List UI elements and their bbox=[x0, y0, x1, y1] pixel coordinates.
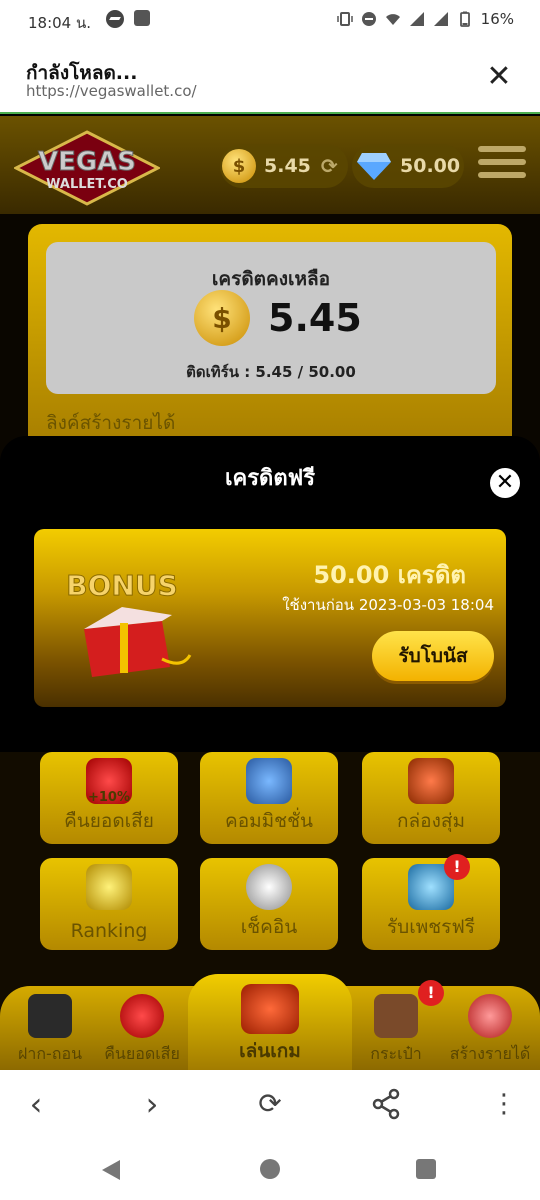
balance-label: เครดิตคงเหลือ bbox=[211, 268, 331, 290]
claim-bonus-button[interactable]: รับโบนัส bbox=[372, 631, 494, 681]
signal-icon bbox=[409, 12, 424, 26]
nav-play-game[interactable]: เล่นเกม bbox=[188, 974, 352, 1070]
tile-free-gems[interactable]: รับเพชรฟรี bbox=[362, 858, 500, 950]
tile-check-in[interactable]: เช็คอิน bbox=[200, 858, 338, 950]
commission-icon bbox=[246, 758, 292, 804]
status-bar: 18:04 น. 16% bbox=[0, 0, 540, 40]
refresh-icon[interactable]: ⟳ bbox=[321, 154, 338, 178]
system-home-icon[interactable] bbox=[260, 1159, 280, 1179]
battery-icon bbox=[459, 11, 470, 27]
svg-text:WALLET.CO: WALLET.CO bbox=[46, 177, 128, 192]
credit-balance-pill[interactable]: $ 5.45 ⟳ bbox=[220, 144, 348, 188]
tile-cashback[interactable]: +10% คืนยอดเสีย bbox=[40, 752, 178, 844]
nav-earn[interactable]: สร้างรายได้ bbox=[440, 986, 540, 1070]
system-back-icon[interactable] bbox=[102, 1160, 120, 1180]
diamond-icon bbox=[357, 153, 391, 180]
gem-balance-pill[interactable]: 50.00 bbox=[352, 144, 464, 188]
tile-ranking[interactable]: Ranking bbox=[40, 858, 178, 950]
share-icon[interactable] bbox=[366, 1084, 406, 1124]
balance-amount: 5.45 bbox=[268, 296, 362, 340]
tile-commission[interactable]: คอมมิชชั่น bbox=[200, 752, 338, 844]
header-gem-value: 50.00 bbox=[400, 155, 461, 177]
forward-icon[interactable]: › bbox=[132, 1084, 172, 1124]
system-recents-icon[interactable] bbox=[416, 1159, 436, 1179]
app-notification-icon bbox=[134, 10, 150, 26]
reload-icon[interactable]: ⟳ bbox=[250, 1084, 290, 1124]
header-credit-value: 5.45 bbox=[264, 155, 311, 177]
turnover-text: ติดเทิร์น : 5.45 / 50.00 bbox=[186, 363, 356, 381]
messenger-icon bbox=[106, 10, 124, 28]
wifi-icon bbox=[385, 14, 400, 25]
signal-2-icon bbox=[433, 12, 448, 26]
do-not-disturb-icon bbox=[361, 12, 376, 26]
earning-link-label: ลิงค์สร้างรายได้ bbox=[46, 412, 176, 434]
wallet-icon bbox=[374, 994, 418, 1038]
bonus-gift-box-icon: BONUS bbox=[66, 569, 192, 677]
nav-cashback[interactable]: คืนยอดเสีย bbox=[92, 986, 192, 1070]
browser-toolbar: ‹ › ⟳ ⋮ bbox=[0, 1070, 540, 1140]
svg-text:VEGAS: VEGAS bbox=[38, 147, 136, 177]
hamburger-menu-icon[interactable] bbox=[478, 146, 526, 186]
tile-random-box[interactable]: กล่องสุ่ม bbox=[362, 752, 500, 844]
app-bottom-nav: ฝาก-ถอน คืนยอดเสีย เล่นเกม กระเป๋า ! สร้… bbox=[0, 974, 540, 1070]
status-time: 18:04 น. bbox=[28, 14, 92, 32]
vegas-wallet-logo[interactable]: VEGAS WALLET.CO bbox=[14, 130, 160, 206]
modal-close-icon[interactable]: ✕ bbox=[490, 468, 520, 498]
bonus-card: BONUS 50.00 เครดิต ใช้งานก่อน 2023-03-03… bbox=[34, 529, 506, 707]
balance-box: เครดิตคงเหลือ $ 5.45 ติดเทิร์น : 5.45 / … bbox=[46, 242, 496, 394]
coin-icon: $ bbox=[194, 290, 250, 346]
notification-badge: ! bbox=[444, 854, 470, 880]
more-options-icon[interactable]: ⋮ bbox=[484, 1084, 524, 1124]
bonus-expiry: ใช้งานก่อน 2023-03-03 18:04 bbox=[282, 596, 494, 614]
earn-icon bbox=[468, 994, 512, 1038]
random-box-icon bbox=[408, 758, 454, 804]
cashback-icon bbox=[120, 994, 164, 1038]
back-icon[interactable]: ‹ bbox=[16, 1084, 56, 1124]
close-icon[interactable]: ✕ bbox=[484, 62, 514, 92]
battery-percent: 16% bbox=[480, 10, 514, 28]
phone-money-icon bbox=[28, 994, 72, 1038]
bonus-art-text: BONUS bbox=[66, 569, 177, 602]
vibrate-icon bbox=[336, 12, 353, 26]
browser-bar: กำลังโหลด... https://vegaswallet.co/ ✕ bbox=[0, 40, 540, 114]
coin-icon: $ bbox=[222, 149, 256, 183]
slot-machine-icon bbox=[241, 984, 299, 1034]
app-header: VEGAS WALLET.CO $ 5.45 ⟳ 50.00 bbox=[0, 116, 540, 214]
bonus-amount: 50.00 เครดิต bbox=[313, 561, 466, 589]
modal-title: เครดิตฟรี bbox=[224, 466, 316, 491]
free-credit-modal: เครดิตฟรี ✕ BONUS 50.00 เครดิต ใช้งานก่อ… bbox=[0, 436, 540, 752]
system-nav-bar bbox=[0, 1140, 540, 1200]
nav-deposit-withdraw[interactable]: ฝาก-ถอน bbox=[0, 986, 100, 1070]
url-text[interactable]: https://vegaswallet.co/ bbox=[26, 82, 197, 100]
clock-calendar-icon bbox=[246, 864, 292, 910]
app-view: VEGAS WALLET.CO $ 5.45 ⟳ 50.00 เครดิตคงเ… bbox=[0, 116, 540, 1070]
trophy-icon bbox=[86, 864, 132, 910]
